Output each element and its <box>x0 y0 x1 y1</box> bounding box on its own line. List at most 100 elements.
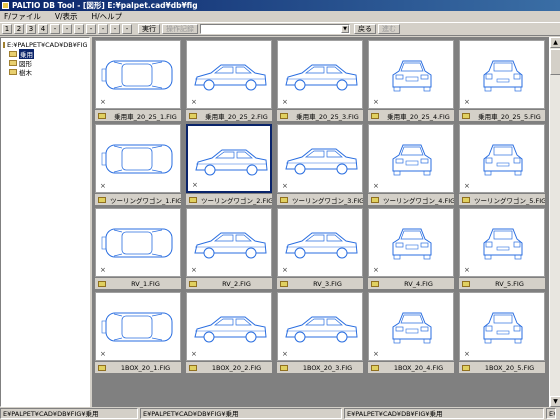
run-button[interactable]: 実行 <box>138 24 160 34</box>
thumbnail-label[interactable]: ツーリングワゴン_3.FIG <box>277 194 363 205</box>
thumbnail-item[interactable]: × 1BOX_20_2.FIG <box>186 292 272 374</box>
thumbnail-item[interactable]: × RV_4.FIG <box>368 208 454 290</box>
thumbnail-label[interactable]: RV_5.FIG <box>459 278 545 289</box>
menu-view[interactable]: V/表示 <box>55 11 78 22</box>
thumbnail-item[interactable]: × 1BOX_20_1.FIG <box>95 292 181 374</box>
back-button[interactable]: 戻る <box>354 24 376 34</box>
thumbnail-item[interactable]: × ツーリングワゴン_3.FIG <box>277 124 363 206</box>
thumbnail-item[interactable]: × 1BOX_20_4.FIG <box>368 292 454 374</box>
thumbnail-item[interactable]: × RV_3.FIG <box>277 208 363 290</box>
thumbnail-filename: 乗用車_20_25_1.FIG <box>114 112 177 121</box>
path-combobox[interactable]: ▼ <box>200 24 350 34</box>
vertical-scrollbar[interactable]: ▲ ▼ <box>549 37 560 407</box>
thumbnail-preview[interactable]: × <box>368 292 454 361</box>
forward-button[interactable]: 進む <box>378 24 400 34</box>
thumbnail-preview[interactable]: × <box>368 208 454 277</box>
thumbnail-label[interactable]: 乗用車_20_25_3.FIG <box>277 110 363 121</box>
thumbnail-item[interactable]: × ツーリングワゴン_5.FIG <box>459 124 545 206</box>
thumbnail-item[interactable]: × RV_5.FIG <box>459 208 545 290</box>
thumbnail-preview[interactable]: × <box>95 292 181 361</box>
origin-marker-icon: × <box>373 350 379 358</box>
menu-help[interactable]: H/ヘルプ <box>92 11 123 22</box>
thumbnail-filename: ツーリングワゴン_1.FIG <box>110 196 181 205</box>
menu-file[interactable]: F/ファイル <box>4 11 41 22</box>
thumbnail-item[interactable]: × RV_1.FIG <box>95 208 181 290</box>
toolbar-number-button[interactable]: - <box>122 24 132 34</box>
thumbnail-label[interactable]: RV_1.FIG <box>95 278 181 289</box>
thumbnail-item[interactable]: × 乗用車_20_25_2.FIG <box>186 40 272 122</box>
thumbnail-label[interactable]: 乗用車_20_25_4.FIG <box>368 110 454 121</box>
history-button[interactable]: 操作記録 <box>162 24 198 34</box>
chevron-down-icon[interactable]: ▼ <box>341 25 349 33</box>
folder-icon <box>9 68 17 75</box>
toolbar-number-button[interactable]: - <box>86 24 96 34</box>
thumbnail-label[interactable]: ツーリングワゴン_2.FIG <box>186 194 272 205</box>
scroll-up-icon[interactable]: ▲ <box>550 37 560 48</box>
thumbnail-label[interactable]: 1BOX_20_1.FIG <box>95 362 181 373</box>
toolbar-number-button[interactable]: - <box>62 24 72 34</box>
thumbnail-label[interactable]: 乗用車_20_25_1.FIG <box>95 110 181 121</box>
thumbnail-label[interactable]: 1BOX_20_3.FIG <box>277 362 363 373</box>
thumbnail-label[interactable]: 乗用車_20_25_2.FIG <box>186 110 272 121</box>
thumbnail-preview[interactable]: × <box>277 208 363 277</box>
thumbnail-label[interactable]: 1BOX_20_4.FIG <box>368 362 454 373</box>
thumbnail-preview[interactable]: × <box>459 124 545 193</box>
thumbnail-label[interactable]: 1BOX_20_5.FIG <box>459 362 545 373</box>
thumbnail-preview[interactable]: × <box>95 40 181 109</box>
toolbar-number-button[interactable]: 1 <box>2 24 12 34</box>
thumbnail-item[interactable]: × 乗用車_20_25_3.FIG <box>277 40 363 122</box>
thumbnail-preview[interactable]: × <box>186 292 272 361</box>
thumbnail-item[interactable]: × RV_2.FIG <box>186 208 272 290</box>
tree-item[interactable]: 乗用 <box>3 48 87 59</box>
toolbar-number-button[interactable]: - <box>50 24 60 34</box>
toolbar-number-button[interactable]: - <box>98 24 108 34</box>
thumbnail-preview[interactable]: × <box>459 208 545 277</box>
thumbnail-preview[interactable]: × <box>368 40 454 109</box>
thumbnail-item[interactable]: × 乗用車_20_25_4.FIG <box>368 40 454 122</box>
scroll-thumb[interactable] <box>550 49 560 75</box>
toolbar-number-button[interactable]: - <box>110 24 120 34</box>
thumbnail-preview[interactable]: × <box>95 124 181 193</box>
tree-root[interactable]: E:¥PALPET¥CAD¥DB¥FIG <box>3 40 88 49</box>
thumbnail-label[interactable]: ツーリングワゴン_5.FIG <box>459 194 545 205</box>
thumbnail-label[interactable]: RV_2.FIG <box>186 278 272 289</box>
thumbnail-item[interactable]: × ツーリングワゴン_4.FIG <box>368 124 454 206</box>
toolbar-number-button[interactable]: 4 <box>38 24 48 34</box>
thumbnail-preview[interactable]: × <box>277 40 363 109</box>
toolbar-number-button[interactable]: - <box>74 24 84 34</box>
thumbnail-preview[interactable]: × <box>186 40 272 109</box>
thumbnail-item[interactable]: × 1BOX_20_3.FIG <box>277 292 363 374</box>
folder-tree[interactable]: E:¥PALPET¥CAD¥DB¥FIG 乗用 図形 樹木 <box>0 37 90 407</box>
tree-item[interactable]: 図形 <box>3 58 87 68</box>
file-icon <box>462 364 470 371</box>
title-bar: PALTIO DB Tool - [図形] E:¥palpet.cad¥db¥f… <box>0 0 560 11</box>
thumbnail-item[interactable]: × ツーリングワゴン_2.FIG <box>186 124 272 206</box>
thumbnail-item[interactable]: × 乗用車_20_25_5.FIG <box>459 40 545 122</box>
thumbnail-preview[interactable]: × <box>459 40 545 109</box>
toolbar-number-button[interactable]: 3 <box>26 24 36 34</box>
thumbnail-preview[interactable]: × <box>186 208 272 277</box>
thumbnail-preview[interactable]: × <box>277 124 363 193</box>
origin-marker-icon: × <box>191 266 197 274</box>
thumbnail-label[interactable]: ツーリングワゴン_1.FIG <box>95 194 181 205</box>
scroll-down-icon[interactable]: ▼ <box>550 396 560 407</box>
thumbnail-item[interactable]: × 1BOX_20_5.FIG <box>459 292 545 374</box>
thumbnail-preview[interactable]: × <box>277 292 363 361</box>
thumbnail-label[interactable]: RV_3.FIG <box>277 278 363 289</box>
thumbnail-preview[interactable]: × <box>459 292 545 361</box>
tree-root-label: E:¥PALPET¥CAD¥DB¥FIG <box>7 40 88 49</box>
thumbnail-item[interactable]: × 乗用車_20_25_1.FIG <box>95 40 181 122</box>
thumbnail-label[interactable]: 1BOX_20_2.FIG <box>186 362 272 373</box>
thumbnail-label[interactable]: RV_4.FIG <box>368 278 454 289</box>
thumbnail-preview[interactable]: × <box>186 124 272 193</box>
thumbnail-preview[interactable]: × <box>368 124 454 193</box>
folder-icon <box>9 59 17 66</box>
thumbnail-label[interactable]: ツーリングワゴン_4.FIG <box>368 194 454 205</box>
thumbnail-item[interactable]: × ツーリングワゴン_1.FIG <box>95 124 181 206</box>
file-icon <box>371 364 379 371</box>
file-icon <box>189 196 197 203</box>
thumbnail-preview[interactable]: × <box>95 208 181 277</box>
thumbnail-label[interactable]: 乗用車_20_25_5.FIG <box>459 110 545 121</box>
toolbar-number-button[interactable]: 2 <box>14 24 24 34</box>
tree-item[interactable]: 樹木 <box>3 67 87 77</box>
